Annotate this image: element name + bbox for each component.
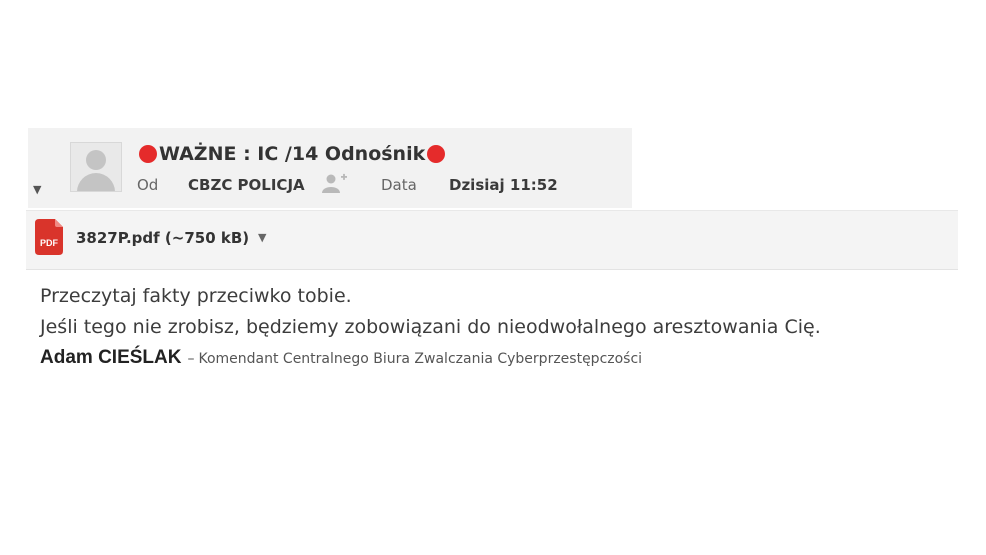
- svg-text:PDF: PDF: [40, 238, 59, 248]
- date-label: Data: [381, 176, 417, 194]
- body-line-2: Jeśli tego nie zrobisz, będziemy zobowią…: [40, 316, 821, 338]
- email-subject: WAŻNE : IC /14 Odnośnik: [137, 142, 447, 166]
- sender-avatar-icon: [70, 142, 122, 192]
- chevron-down-icon[interactable]: ▼: [258, 231, 266, 244]
- subject-text: WAŻNE : IC /14 Odnośnik: [159, 143, 426, 165]
- from-label: Od: [137, 176, 159, 194]
- add-contact-icon[interactable]: [322, 173, 348, 193]
- red-dot-icon: [427, 145, 446, 163]
- pdf-file-icon[interactable]: PDF: [35, 219, 65, 255]
- signature-title: Komendant Centralnego Biura Zwalczania C…: [198, 351, 643, 367]
- sender-name[interactable]: CBZC POLICJA: [188, 176, 305, 194]
- red-dot-icon: [139, 145, 157, 163]
- signature: Adam CIEŚLAK – Komendant Centralnego Biu…: [40, 347, 642, 369]
- attachment-file-name[interactable]: 3827P.pdf (~750 kB): [76, 229, 249, 247]
- body-line-1: Przeczytaj fakty przeciwko tobie.: [40, 285, 352, 307]
- signature-dash: –: [187, 351, 195, 367]
- collapse-arrow-icon[interactable]: ▼: [33, 183, 41, 196]
- date-value: Dzisiaj 11:52: [449, 176, 558, 194]
- signature-name: Adam CIEŚLAK: [40, 347, 182, 368]
